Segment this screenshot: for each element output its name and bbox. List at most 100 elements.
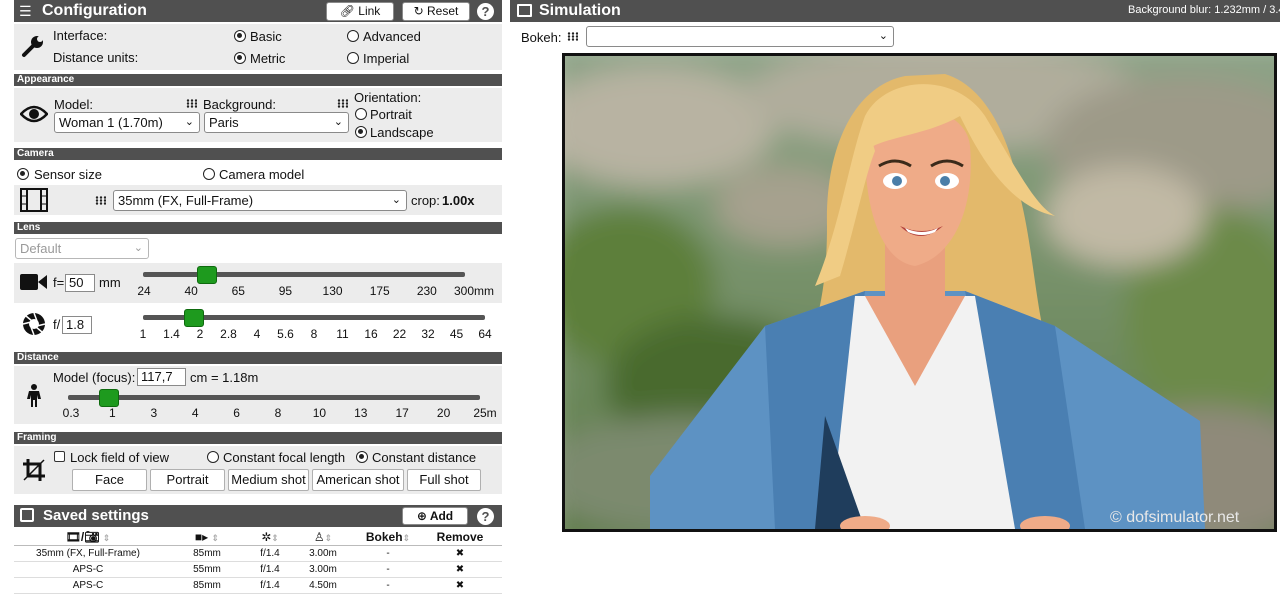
lens-select[interactable]: Default ⌄ [15,238,149,259]
appearance-section-header: Appearance [14,74,502,86]
constant-distance-label: Constant distance [372,450,477,465]
saved-distance: 4.50m [288,577,358,594]
distance-label: Model (focus): [53,370,136,385]
background-select[interactable]: Paris ⌄ [204,112,349,133]
orientation-landscape-radio[interactable] [355,126,367,138]
medium-shot-button[interactable]: Medium shot [228,469,309,491]
sort-icon: ⇕ [271,533,279,544]
remove-icon[interactable]: ✖ [418,545,502,562]
aperture-icon [22,312,46,336]
saved-focal: 85mm [162,577,252,594]
units-imperial-radio[interactable] [347,52,359,64]
saved-settings-header: Saved settings ⊕ Add ? [14,505,502,527]
plus-icon: ⊕ [416,509,427,523]
slider-tick-label: 1 [139,327,147,341]
interface-advanced-label: Advanced [363,29,421,44]
distance-slider-thumb[interactable] [99,389,120,407]
grid-icon[interactable] [95,196,106,205]
distance-input[interactable]: 117,7 [137,368,186,386]
slider-tick-label: 32 [421,327,435,341]
portrait-shot-button[interactable]: Portrait [150,469,225,491]
grid-icon[interactable] [186,99,197,108]
wrench-icon [21,34,45,58]
slider-tick-label: 10 [312,406,327,420]
slider-tick-label: 230 [416,284,437,298]
video-camera-icon: ■▸ [194,530,209,545]
model-select[interactable]: Woman 1 (1.70m) ⌄ [54,112,200,133]
interface-basic-radio[interactable] [234,30,246,42]
background-select-value: Paris [209,115,239,130]
distance-slider-track[interactable] [68,395,480,400]
help-icon[interactable]: ? [477,508,494,525]
american-shot-button[interactable]: American shot [312,469,404,491]
saved-focal: 85mm [162,545,252,562]
sensor-select-value: 35mm (FX, Full-Frame) [118,193,254,208]
slider-tick-label: 16 [364,327,378,341]
slider-tick-label: 22 [392,327,407,341]
simulation-title: Simulation [539,2,621,19]
saved-distance: 3.00m [288,561,358,578]
constant-distance-radio[interactable] [356,451,368,463]
slider-tick-label: 95 [278,284,293,298]
lens-select-value: Default [20,241,62,256]
focal-slider-thumb[interactable] [197,266,218,284]
reset-button[interactable]: ↻ Reset [402,2,470,21]
aperture-input[interactable]: 1.8 [62,316,92,334]
sensor-column-header[interactable]: 🎞︎/📷︎ ⇕ [14,530,162,546]
sensor-size-radio[interactable] [17,168,29,180]
remove-icon[interactable]: ✖ [418,577,502,594]
chevron-down-icon: ⌄ [391,194,401,206]
focal-prefix: f= [53,275,65,290]
background-label: Background: [203,97,276,112]
camera-model-radio[interactable] [203,168,215,180]
constant-focal-label: Constant focal length [223,450,346,465]
saved-row[interactable]: 35mm (FX, Full-Frame) 85mm f/1.4 3.00m -… [14,545,502,562]
refresh-icon: ↻ [413,4,424,18]
link-button[interactable]: 🔗︎ Link [326,2,394,21]
saved-row[interactable]: APS-C 85mm f/1.4 4.50m - ✖ [14,577,502,594]
focal-input[interactable]: 50 [65,274,95,292]
slider-tick-label: 1.4 [163,327,180,341]
slider-tick-label: 20 [436,406,451,420]
saved-bokeh: - [358,577,418,594]
interface-basic-label: Basic [250,29,282,44]
aperture-icon: ✲ [261,530,272,545]
person-icon: ♙ [313,530,325,545]
save-icon [20,508,34,522]
add-setting-button[interactable]: ⊕ Add [402,507,468,525]
distance-converted: cm = 1.18m [190,370,259,385]
full-shot-button[interactable]: Full shot [407,469,481,491]
film-icon: 🎞︎ [65,530,81,545]
grid-icon[interactable] [567,32,578,41]
focal-column-header[interactable]: ■▸ ⇕ [162,530,252,546]
saved-aperture: f/1.4 [252,561,288,578]
remove-icon[interactable]: ✖ [418,561,502,578]
interface-advanced-radio[interactable] [347,30,359,42]
orientation-portrait-radio[interactable] [355,108,367,120]
aperture-slider-thumb[interactable] [184,309,205,327]
sort-icon: ⇕ [402,533,411,544]
face-shot-button[interactable]: Face [72,469,147,491]
sensor-select[interactable]: 35mm (FX, Full-Frame) ⌄ [113,190,407,211]
reset-button-label: Reset [427,4,459,18]
saved-aperture: f/1.4 [252,577,288,594]
lock-fov-checkbox[interactable] [54,451,65,462]
chevron-down-icon: ⌄ [878,30,888,42]
bokeh-column-label: Bokeh [365,530,403,545]
saved-distance: 3.00m [288,545,358,562]
focal-slider-track[interactable] [143,272,465,277]
saved-sensor: 35mm (FX, Full-Frame) [14,545,162,562]
saved-settings-title: Saved settings [43,507,149,524]
grid-icon[interactable] [337,99,348,108]
saved-row[interactable]: APS-C 55mm f/1.4 3.00m - ✖ [14,561,502,578]
constant-focal-radio[interactable] [207,451,219,463]
orientation-landscape-label: Landscape [370,125,434,140]
aperture-column-header[interactable]: ✲⇕ [252,530,288,546]
units-metric-radio[interactable] [234,52,246,64]
bokeh-column-header[interactable]: Bokeh⇕ [358,530,418,546]
units-imperial-label: Imperial [363,51,410,66]
bokeh-select[interactable]: ⌄ [586,26,894,47]
distance-column-header[interactable]: ♙⇕ [288,530,358,546]
help-icon[interactable]: ? [477,3,494,20]
saved-sensor: APS-C [14,561,162,578]
